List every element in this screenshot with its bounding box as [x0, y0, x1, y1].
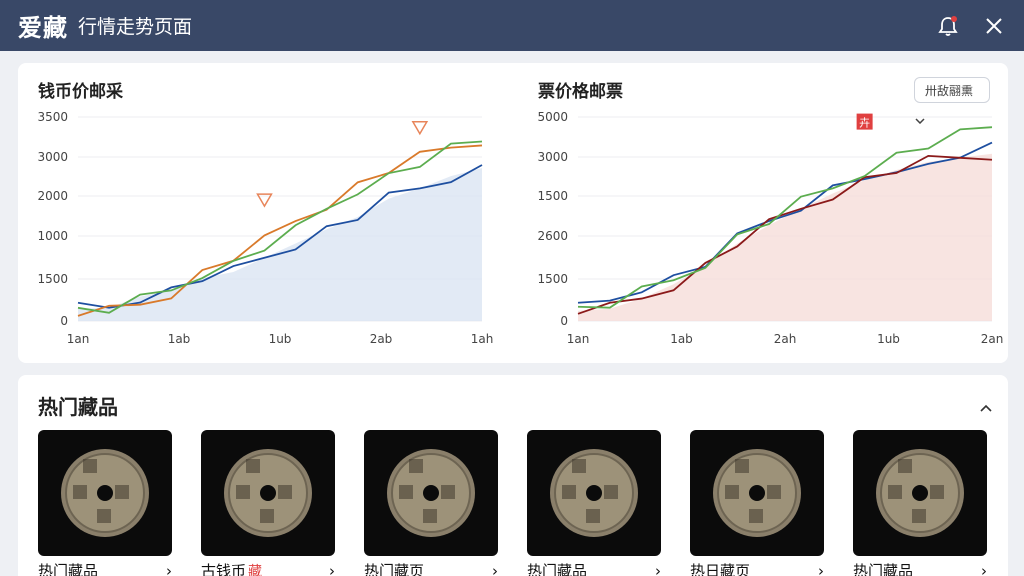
item-name: 热日藏页 — [690, 562, 751, 576]
section-title: 热门藏品 — [38, 395, 118, 419]
collectible-list: 热门藏品 › 古钱币藏 › 热门藏页 › 热门藏品 › 热日藏页 › 热门藏品 › — [38, 430, 987, 576]
y-tick-label: 3500 — [37, 110, 68, 124]
x-tick-label: 1ub — [269, 332, 292, 346]
collectible-card[interactable]: 热门藏品 › — [527, 430, 661, 576]
chevron-right-icon: › — [655, 561, 661, 576]
chevron-right-icon: › — [492, 561, 498, 576]
x-tick-label: 1ub — [877, 332, 900, 346]
y-tick-label: 5000 — [537, 110, 568, 124]
marker-triangle — [411, 120, 429, 136]
coin-price-chart: 钱币价邮采 3500 3000 2000 1000 1500 0 1an 1ab 1ub 2ab 1… — [18, 63, 498, 363]
brand-logo: 爱藏 — [18, 14, 68, 42]
collectible-card[interactable]: 热门藏品 › — [38, 430, 172, 576]
chevron-right-icon: › — [329, 561, 335, 576]
coin-image — [690, 430, 824, 556]
filter-dropdown[interactable]: 卅敌翮熏 — [913, 77, 990, 124]
coin-image — [201, 430, 335, 556]
x-tick-label: 1an — [567, 332, 590, 346]
item-name: 古钱币 — [201, 562, 247, 576]
item-name: 热门藏品 — [38, 562, 99, 576]
y-tick-label: 2000 — [37, 189, 68, 203]
item-name: 热门藏品 — [527, 562, 588, 576]
filter-label: 卅敌翮熏 — [924, 83, 973, 98]
y-tick-label: 2600 — [537, 229, 568, 243]
stamp-price-chart-svg: 5000 3000 1500 2600 1500 0 1an 1ab 2ah 1ub 2an 卉 — [537, 110, 1004, 346]
page-title: 行情走势页面 — [78, 16, 193, 38]
coin-image — [853, 430, 987, 556]
close-icon[interactable] — [982, 14, 1006, 38]
coin-image — [38, 430, 172, 556]
collectible-card[interactable]: 热门藏品 › — [853, 430, 987, 576]
item-name: 热门藏页 — [364, 562, 425, 576]
chart-title: 钱币价邮采 — [38, 82, 123, 102]
y-tick-label: 0 — [560, 314, 568, 328]
chevron-up-icon[interactable] — [980, 397, 992, 416]
chevron-right-icon: › — [166, 561, 172, 576]
item-name: 热门藏品 — [853, 562, 914, 576]
collectible-card[interactable]: 热日藏页 › — [690, 430, 824, 576]
item-tag: 藏 — [248, 563, 263, 576]
collectible-card[interactable]: 热门藏页 › — [364, 430, 498, 576]
x-tick-label: 1an — [67, 332, 90, 346]
coin-image — [364, 430, 498, 556]
hot-collectibles-panel: 热门藏品 热门藏品 › 古钱币藏 › 热门藏页 › 热门藏品 › 热日藏页 › 热门藏品 › — [18, 375, 1008, 576]
charts-panel: 钱币价邮采 3500 3000 2000 1000 1500 0 1an 1ab 1ub 2ab 1… — [18, 63, 1008, 363]
collectible-card[interactable]: 古钱币藏 › — [201, 430, 335, 576]
y-tick-label: 1000 — [37, 229, 68, 243]
bell-icon[interactable] — [936, 14, 960, 38]
x-tick-label: 1ab — [670, 332, 693, 346]
marker-label: 卉 — [859, 117, 870, 130]
x-tick-label: 1ab — [168, 332, 191, 346]
x-tick-label: 2ah — [774, 332, 797, 346]
y-tick-label: 3000 — [537, 150, 568, 164]
y-tick-label: 1500 — [537, 189, 568, 203]
y-tick-label: 3000 — [37, 150, 68, 164]
x-tick-label: 2ab — [370, 332, 393, 346]
app-header: 爱藏 行情走势页面 — [0, 0, 1024, 51]
area-fill — [578, 153, 992, 321]
y-tick-label: 1500 — [537, 272, 568, 286]
stamp-price-chart: 票价格邮票 卅敌翮熏 5000 3000 1500 2600 1500 0 1an 1ab 2a… — [518, 63, 1008, 363]
chevron-right-icon: › — [818, 561, 824, 576]
x-tick-label: 1ah — [471, 332, 494, 346]
x-tick-label: 2an — [981, 332, 1004, 346]
coin-price-chart-svg: 3500 3000 2000 1000 1500 0 1an 1ab 1ub 2ab 1ah — [37, 110, 494, 346]
y-tick-label: 1500 — [37, 272, 68, 286]
y-tick-label: 0 — [60, 314, 68, 328]
coin-image — [527, 430, 661, 556]
area-fill — [78, 168, 482, 321]
chart-title: 票价格邮票 — [538, 82, 623, 102]
chevron-right-icon: › — [981, 561, 987, 576]
